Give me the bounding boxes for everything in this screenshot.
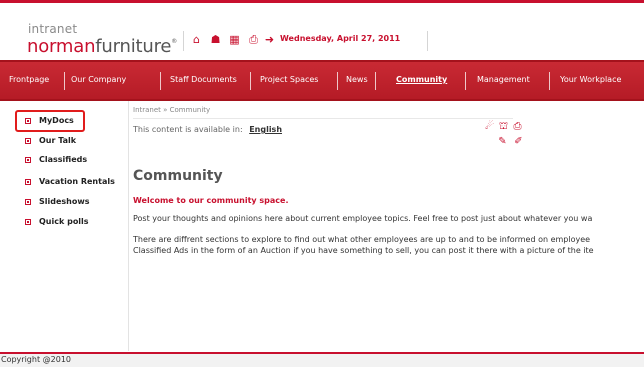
availability-text: This content is available in: bbox=[133, 125, 243, 134]
logout-icon[interactable]: ➜ bbox=[263, 33, 276, 46]
sidebar-item-vacation-rentals[interactable]: Vacation Rentals bbox=[15, 174, 123, 190]
logo-intranet-text: intranet bbox=[28, 22, 78, 36]
nav-item-staff-documents[interactable]: Staff Documents bbox=[170, 75, 237, 84]
sidebar-item-label: Slideshows bbox=[39, 197, 90, 206]
sidebar-item-quick-polls[interactable]: Quick polls bbox=[15, 214, 123, 230]
nav-divider bbox=[549, 72, 550, 90]
home-icon[interactable]: ⌂ bbox=[190, 33, 203, 46]
copyright-text: Copyright @2010 bbox=[1, 355, 71, 364]
nav-divider bbox=[375, 72, 376, 90]
share-icon[interactable]: ⛫ bbox=[498, 121, 509, 132]
nav-item-community[interactable]: Community bbox=[396, 75, 447, 84]
sidebar-item-label: MyDocs bbox=[39, 116, 74, 125]
sitemap-icon[interactable]: ☗ bbox=[209, 33, 222, 46]
sections-paragraph-line-1: There are diffrent sections to explore t… bbox=[133, 235, 591, 244]
language-link[interactable]: English bbox=[249, 125, 282, 134]
sections-paragraph-line-2: Classified Ads in the form of an Auction… bbox=[133, 246, 594, 255]
rss-icon[interactable]: ☄ bbox=[484, 121, 495, 132]
current-date: Wednesday, April 27, 2011 bbox=[280, 34, 401, 43]
breadcrumb-divider bbox=[133, 118, 513, 119]
bullet-icon bbox=[25, 157, 31, 163]
sidebar-item-label: Our Talk bbox=[39, 136, 77, 145]
page-title: Community bbox=[133, 168, 223, 184]
nav-item-project-spaces[interactable]: Project Spaces bbox=[260, 75, 318, 84]
breadcrumb: Intranet » Community bbox=[133, 106, 211, 114]
nav-item-your-workplace[interactable]: Your Workplace bbox=[560, 75, 621, 84]
bullet-icon bbox=[25, 179, 31, 185]
sidebar-item-label: Classifieds bbox=[39, 155, 88, 164]
bullet-icon bbox=[25, 199, 31, 205]
bullet-icon bbox=[25, 219, 31, 225]
sidebar-item-our-talk[interactable]: Our Talk bbox=[15, 133, 123, 149]
sidebar-item-slideshows[interactable]: Slideshows bbox=[15, 194, 123, 210]
print-page-icon[interactable]: ⎙ bbox=[512, 121, 523, 132]
bullet-icon bbox=[25, 118, 31, 124]
footer: Copyright @2010 bbox=[0, 354, 644, 367]
intro-paragraph: Post your thoughts and opinions here abo… bbox=[133, 214, 593, 223]
sidebar-item-label: Quick polls bbox=[39, 217, 89, 226]
sidebar-item-label: Vacation Rentals bbox=[39, 177, 115, 186]
sidebar-divider bbox=[128, 101, 129, 351]
logo-registered-mark: ® bbox=[171, 38, 178, 45]
nav-divider bbox=[465, 72, 466, 90]
bullet-icon bbox=[25, 138, 31, 144]
sidebar-item-mydocs[interactable]: MyDocs bbox=[15, 110, 85, 132]
nav-divider bbox=[160, 72, 161, 90]
nav-divider bbox=[64, 72, 65, 90]
header-divider bbox=[427, 31, 428, 51]
nav-item-news[interactable]: News bbox=[346, 75, 368, 84]
language-availability: This content is available in: English bbox=[133, 125, 282, 134]
sidebar-item-classifieds[interactable]: Classifieds bbox=[15, 152, 123, 168]
logo-furniture-text: furniture bbox=[95, 36, 172, 57]
header-divider bbox=[183, 31, 184, 51]
nav-divider bbox=[337, 72, 338, 90]
calendar-icon[interactable]: ▦ bbox=[228, 33, 241, 46]
print-icon[interactable]: ⎙ bbox=[247, 33, 260, 46]
nav-item-management[interactable]: Management bbox=[477, 75, 530, 84]
site-header: intranet normanfurniture® ⌂ ☗ ▦ ⎙ ➜ Wedn… bbox=[0, 3, 644, 60]
welcome-heading: Welcome to our community space. bbox=[133, 196, 289, 205]
main-navigation: Frontpage Our Company Staff Documents Pr… bbox=[0, 60, 644, 101]
edit-icon[interactable]: ✎ bbox=[497, 136, 508, 147]
site-logo[interactable]: normanfurniture® bbox=[27, 36, 177, 57]
logo-norman-text: norman bbox=[27, 36, 96, 57]
nav-divider bbox=[250, 72, 251, 90]
edit-properties-icon[interactable]: ✐ bbox=[513, 136, 524, 147]
nav-item-frontpage[interactable]: Frontpage bbox=[9, 75, 49, 84]
nav-item-our-company[interactable]: Our Company bbox=[71, 75, 126, 84]
